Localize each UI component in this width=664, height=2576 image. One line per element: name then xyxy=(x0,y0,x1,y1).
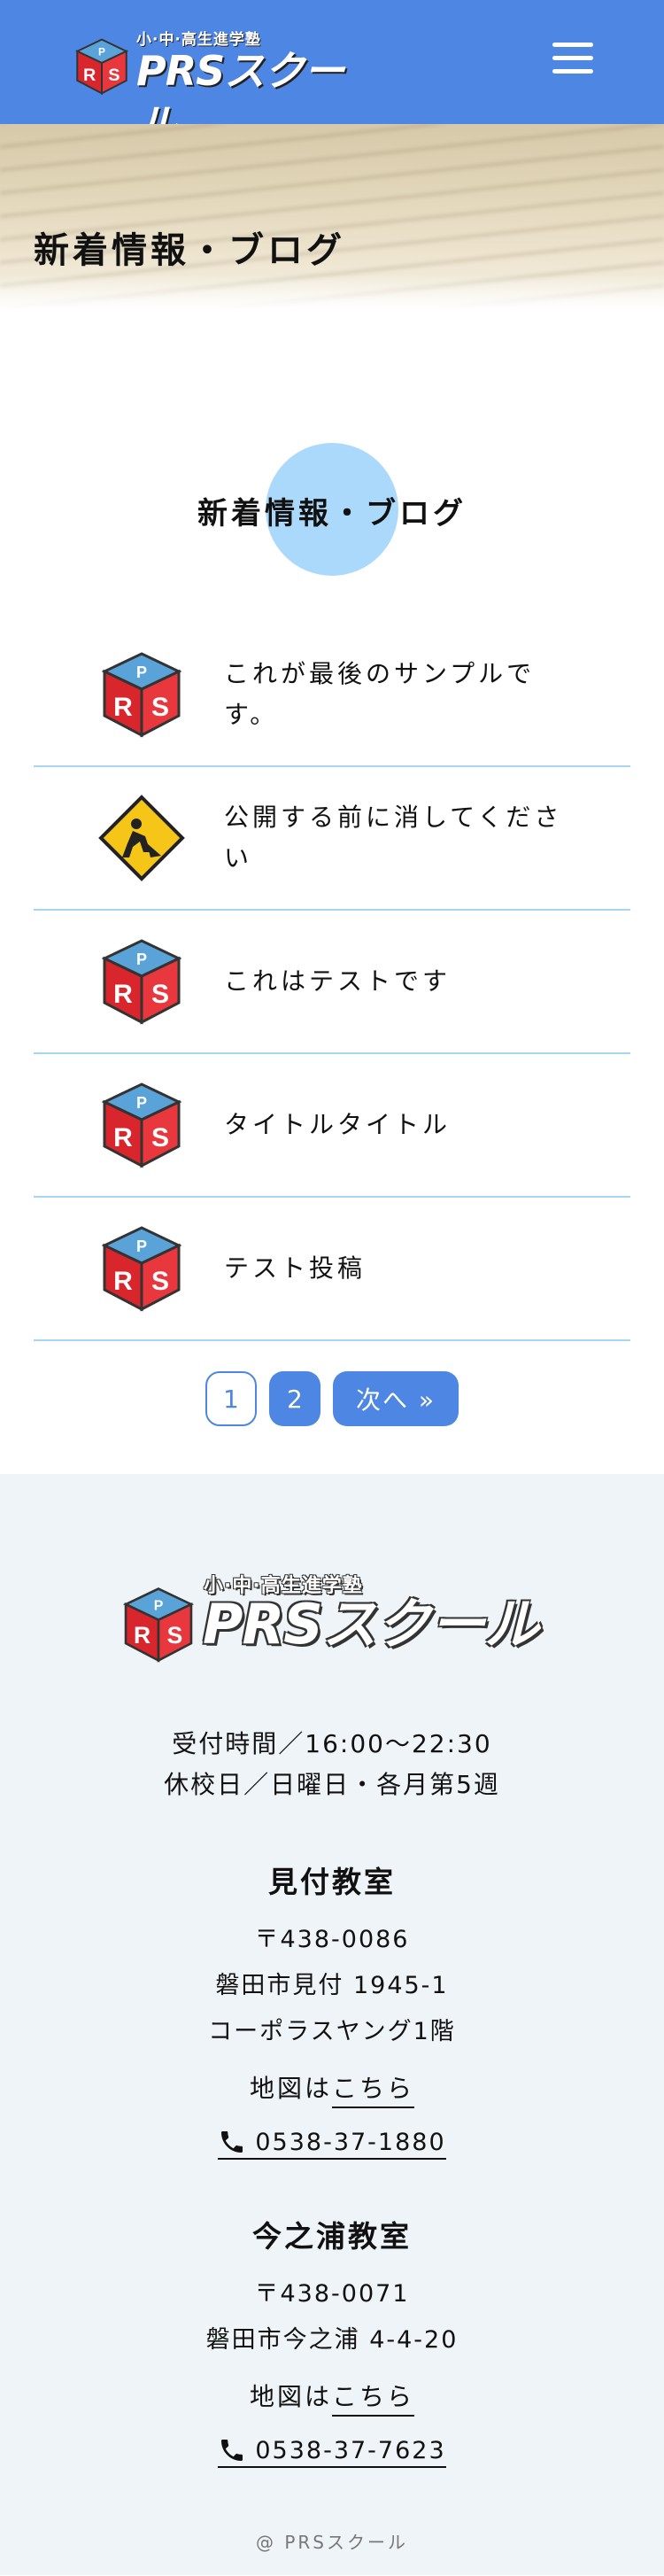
site-header: 小·中·高生進学塾 PRSスクール xyxy=(0,0,664,148)
post-title[interactable]: タイトルタイトル xyxy=(224,1054,587,1196)
hamburger-menu-button[interactable] xyxy=(552,43,593,78)
post-item[interactable]: これが最後のサンプルです。 xyxy=(34,624,630,767)
post-title[interactable]: これが最後のサンプルです。 xyxy=(224,624,587,765)
address-line: 磐田市今之浦 4-4-20 xyxy=(205,2326,459,2354)
menu-bar-icon xyxy=(552,43,593,47)
address-building: コーポラスヤング1階 xyxy=(208,2018,456,2045)
map-label: 地図は xyxy=(249,2074,332,2103)
prs-cube-icon xyxy=(73,35,131,97)
news-section: 新着情報・ブログ これが最後のサンプルです。 公開する前に消してください これは… xyxy=(0,310,664,1474)
business-hours: 受付時間／16:00〜22:30 休校日／日曜日・各月第5週 xyxy=(0,1724,664,1805)
site-logo[interactable]: 小·中·高生進学塾 PRSスクール xyxy=(73,27,374,148)
hero-banner: 新着情報・ブログ xyxy=(0,124,664,310)
phone-number: 0538-37-7623 xyxy=(255,2436,446,2464)
address-line: 磐田市見付 1945-1 xyxy=(215,1972,449,1999)
reception-hours: 受付時間／16:00〜22:30 xyxy=(172,1729,492,1758)
construction-sign-icon xyxy=(98,795,185,881)
post-list: これが最後のサンプルです。 公開する前に消してください これはテストです タイト… xyxy=(34,624,630,1341)
postal-code: 〒438-0071 xyxy=(254,2280,410,2308)
phone-number: 0538-37-1880 xyxy=(255,2128,446,2156)
campus-name: 今之浦教室 xyxy=(252,2219,412,2254)
pagination: 1 2 次へ » xyxy=(0,1341,664,1474)
map-label: 地図は xyxy=(249,2382,332,2411)
page-2-link[interactable]: 2 xyxy=(268,1371,320,1426)
campus-name: 見付教室 xyxy=(268,1865,396,1899)
closed-days: 休校日／日曜日・各月第5週 xyxy=(164,1770,500,1799)
post-item[interactable]: テスト投稿 xyxy=(34,1198,630,1341)
postal-code: 〒438-0086 xyxy=(254,1926,410,1953)
map-link[interactable]: こちら xyxy=(332,2069,415,2108)
menu-bar-icon xyxy=(552,56,593,60)
next-page-button[interactable]: 次へ » xyxy=(332,1371,459,1426)
logo-wordmark: PRSスクール xyxy=(203,1592,539,1657)
prs-cube-icon xyxy=(120,1584,197,1665)
post-item[interactable]: 公開する前に消してください xyxy=(34,767,630,911)
phone-icon xyxy=(221,2131,243,2153)
post-title[interactable]: テスト投稿 xyxy=(224,1198,587,1339)
section-heading: 新着情報・ブログ xyxy=(0,443,664,576)
menu-bar-icon xyxy=(552,69,593,74)
phone-icon xyxy=(221,2440,243,2461)
prs-cube-icon xyxy=(97,1081,186,1169)
map-line: 地図はこちら xyxy=(0,2378,664,2417)
section-title: 新着情報・ブログ xyxy=(197,496,467,531)
map-line: 地図はこちら xyxy=(0,2069,664,2108)
footer-logo[interactable]: 小·中·高生進学塾 PRSスクール xyxy=(120,1570,544,1667)
post-title[interactable]: これはテストです xyxy=(224,911,587,1052)
post-item[interactable]: タイトルタイトル xyxy=(34,1054,630,1198)
page-title: 新着情報・ブログ xyxy=(34,230,345,271)
phone-link[interactable]: 0538-37-7623 xyxy=(218,2436,446,2468)
prs-cube-icon xyxy=(97,937,186,1026)
post-title[interactable]: 公開する前に消してください xyxy=(224,767,587,909)
post-item[interactable]: これはテストです xyxy=(34,911,630,1054)
campus-imanoura: 今之浦教室 〒438-0071 磐田市今之浦 4-4-20 地図はこちら 053… xyxy=(0,2213,664,2468)
campus-mitsuke: 見付教室 〒438-0086 磐田市見付 1945-1 コーポラスヤング1階 地… xyxy=(0,1858,664,2160)
page-1-current: 1 xyxy=(205,1371,257,1426)
phone-link[interactable]: 0538-37-1880 xyxy=(218,2128,446,2160)
site-footer: 小·中·高生進学塾 PRSスクール 受付時間／16:00〜22:30 休校日／日… xyxy=(0,1474,664,2575)
map-link[interactable]: こちら xyxy=(332,2378,415,2417)
prs-cube-icon xyxy=(97,1224,186,1313)
prs-cube-icon xyxy=(97,650,186,739)
copyright: @ PRSスクール xyxy=(255,2532,408,2553)
